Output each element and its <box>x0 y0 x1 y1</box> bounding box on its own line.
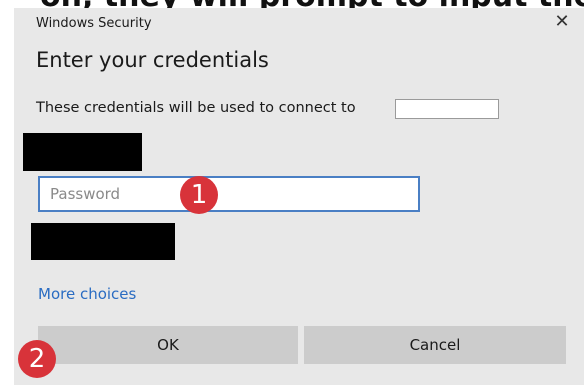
screenshot-frame: on, they will prompt to input the passw … <box>0 0 584 385</box>
password-input[interactable] <box>38 176 420 212</box>
cancel-button[interactable]: Cancel <box>304 326 566 364</box>
top-caption-text: on, they will prompt to input the passw <box>40 0 584 8</box>
windows-security-dialog: Windows Security ✕ Enter your credential… <box>14 8 584 385</box>
step-1-badge: 1 <box>180 176 218 214</box>
redacted-domain <box>31 223 175 260</box>
redacted-username <box>23 133 142 171</box>
ok-button[interactable]: OK <box>38 326 298 364</box>
dialog-window-title: Windows Security <box>36 16 152 31</box>
step-2-badge: 2 <box>18 340 56 378</box>
close-icon[interactable]: ✕ <box>552 12 572 32</box>
dialog-heading: Enter your credentials <box>36 48 269 72</box>
more-choices-link[interactable]: More choices <box>38 285 136 303</box>
connection-description: These credentials will be used to connec… <box>36 100 356 116</box>
target-server-box <box>395 99 499 119</box>
